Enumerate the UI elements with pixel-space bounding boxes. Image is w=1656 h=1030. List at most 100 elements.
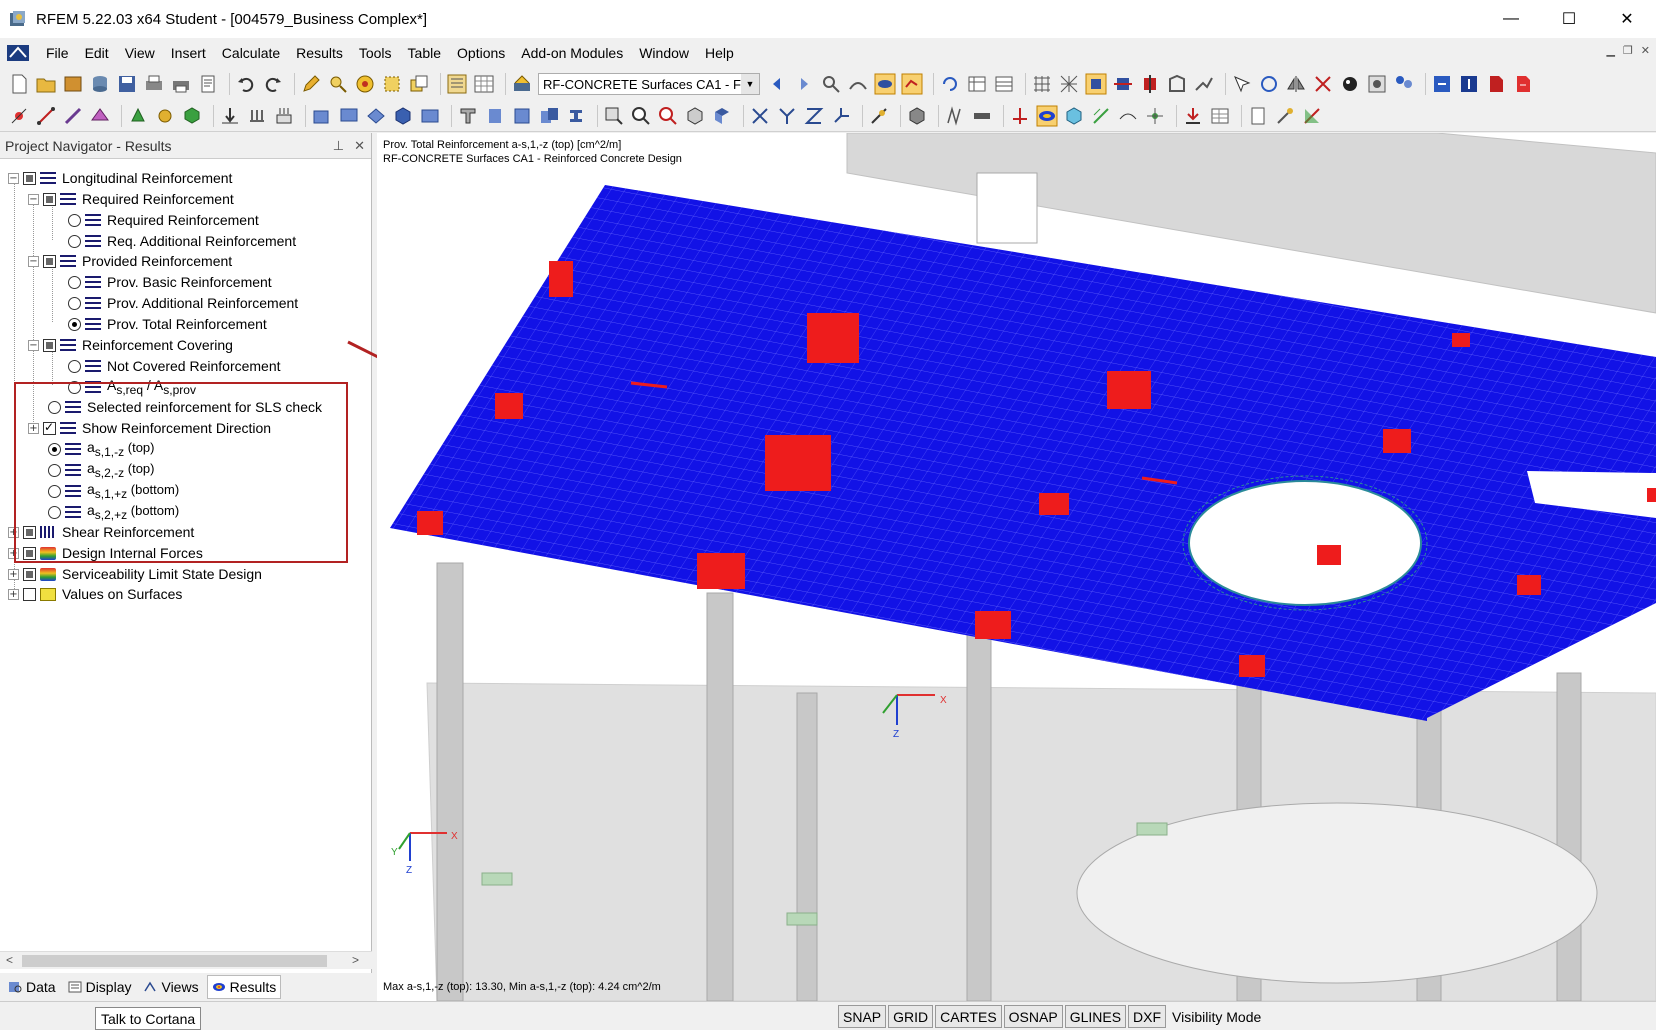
result-values-icon[interactable] — [901, 73, 923, 95]
collapse-icon[interactable]: − — [28, 340, 39, 351]
mdi-close-icon[interactable]: ✕ — [1641, 44, 1650, 57]
tree-radio[interactable] — [48, 401, 61, 414]
tree-checkbox-checked[interactable] — [43, 422, 56, 435]
tab-views[interactable]: Views — [139, 975, 202, 999]
view-active-icon[interactable] — [1085, 73, 1107, 95]
model-viewport[interactable]: X Z X Y Z Prov. Total Reinforcement a-s,… — [377, 133, 1656, 1001]
detail-icon[interactable] — [971, 105, 993, 127]
tree-required-reinforcement-group[interactable]: − Required Reinforcement — [28, 188, 234, 210]
result-sections-icon[interactable] — [1009, 105, 1031, 127]
tree-radio-selected[interactable] — [68, 318, 81, 331]
tree-checkbox[interactable] — [23, 547, 36, 560]
open-folder-icon[interactable] — [35, 73, 57, 95]
previous-case-icon[interactable] — [766, 73, 788, 95]
axis-xyz-icon[interactable] — [830, 105, 852, 127]
tree-radio[interactable] — [68, 297, 81, 310]
tree-as2-top[interactable]: as,2,-z (top) — [48, 459, 154, 481]
tree-as2-bottom[interactable]: as,2,+z (bottom) — [48, 501, 179, 523]
hinge-icon[interactable] — [154, 105, 176, 127]
tree-as1-top[interactable]: as,1,-z (top) — [48, 438, 154, 460]
numbering-icon[interactable] — [484, 105, 506, 127]
new-file-icon[interactable] — [8, 73, 30, 95]
tree-show-reinforcement-direction[interactable]: + Show Reinforcement Direction — [28, 417, 271, 439]
close-button[interactable]: ✕ — [1598, 0, 1656, 38]
tree-checkbox[interactable] — [23, 172, 36, 185]
tree-radio[interactable] — [48, 464, 61, 477]
tree-prov-additional-reinforcement[interactable]: Prov. Additional Reinforcement — [68, 292, 298, 314]
tree-provided-reinforcement-group[interactable]: − Provided Reinforcement — [28, 250, 232, 272]
cad-icon[interactable] — [419, 105, 441, 127]
filter-view-icon[interactable] — [1139, 73, 1161, 95]
tree-reinforcement-covering-group[interactable]: − Reinforcement Covering — [28, 334, 233, 356]
grid-icon[interactable] — [1031, 73, 1053, 95]
show-table-icon[interactable] — [966, 73, 988, 95]
rotate-view-icon[interactable] — [939, 73, 961, 95]
model-check-icon[interactable] — [392, 105, 414, 127]
dxf-toggle[interactable]: DXF — [1128, 1005, 1166, 1028]
tree-checkbox[interactable] — [23, 568, 36, 581]
menu-options[interactable]: Options — [449, 45, 513, 61]
comment-icon[interactable] — [338, 105, 360, 127]
save-icon[interactable] — [116, 73, 138, 95]
copy-icon[interactable] — [408, 73, 430, 95]
calc-all-icon[interactable] — [538, 105, 560, 127]
tree-checkbox[interactable] — [23, 526, 36, 539]
menu-window[interactable]: Window — [631, 45, 697, 61]
report-icon[interactable] — [1247, 105, 1269, 127]
menu-calculate[interactable]: Calculate — [214, 45, 288, 61]
printout-report-icon[interactable] — [197, 73, 219, 95]
zoom-window-icon[interactable] — [603, 105, 625, 127]
axis-x-icon[interactable] — [749, 105, 771, 127]
navigator-close-icon[interactable]: ✕ — [354, 138, 365, 154]
tree-checkbox[interactable] — [43, 193, 56, 206]
tree-selected-reinforcement-sls[interactable]: Selected reinforcement for SLS check — [48, 396, 322, 418]
print-icon[interactable] — [143, 73, 165, 95]
results-on-icon[interactable] — [874, 73, 896, 95]
database-icon[interactable] — [89, 73, 111, 95]
tree-checkbox[interactable] — [43, 339, 56, 352]
mdi-minimize-icon[interactable]: ▁ — [1606, 44, 1614, 57]
pin-icon[interactable]: ⊥ — [333, 138, 344, 154]
nodal-results-icon[interactable] — [1144, 105, 1166, 127]
color-scale-icon[interactable] — [1301, 105, 1323, 127]
deformation-icon[interactable] — [847, 73, 869, 95]
pdf-export-icon[interactable] — [1485, 73, 1507, 95]
menu-edit[interactable]: Edit — [77, 45, 117, 61]
menu-table[interactable]: Table — [400, 45, 449, 61]
new-member-icon[interactable] — [62, 105, 84, 127]
scroll-left-icon[interactable]: < — [6, 953, 13, 967]
cross-section-icon[interactable] — [565, 105, 587, 127]
tree-longitudinal-reinforcement[interactable]: − Longitudinal Reinforcement — [8, 167, 232, 189]
tree-as-req-as-prov[interactable]: As,req / As,prov — [68, 376, 196, 398]
module-case-select[interactable]: RF-CONCRETE Surfaces CA1 - F ▼ — [538, 73, 760, 95]
tab-data[interactable]: Data — [4, 975, 60, 999]
menu-view[interactable]: View — [117, 45, 163, 61]
new-surface-icon[interactable] — [89, 105, 111, 127]
coordinate-icon[interactable] — [868, 105, 890, 127]
tree-prov-basic-reinforcement[interactable]: Prov. Basic Reinforcement — [68, 271, 272, 293]
menu-help[interactable]: Help — [697, 45, 742, 61]
mirror-icon[interactable] — [1285, 73, 1307, 95]
result-table-icon[interactable] — [993, 73, 1015, 95]
cartes-toggle[interactable]: CARTES — [935, 1005, 1002, 1028]
tree-radio[interactable] — [68, 381, 81, 394]
zoom-icon[interactable] — [630, 105, 652, 127]
surface-results-icon[interactable] — [1063, 105, 1085, 127]
tab-display[interactable]: Display — [64, 975, 136, 999]
solid-icon[interactable] — [181, 105, 203, 127]
scroll-thumb[interactable] — [22, 955, 327, 967]
axis-y-icon[interactable] — [776, 105, 798, 127]
import-icon[interactable] — [1458, 73, 1480, 95]
member-load-icon[interactable] — [246, 105, 268, 127]
navigator-horizontal-scrollbar[interactable]: < > — [0, 951, 372, 969]
tree-radio[interactable] — [68, 360, 81, 373]
zoom-all-icon[interactable] — [657, 105, 679, 127]
expand-icon[interactable]: + — [28, 423, 39, 434]
tree-checkbox[interactable] — [23, 588, 36, 601]
menu-add-on-modules[interactable]: Add-on Modules — [513, 45, 631, 61]
dimension-icon[interactable] — [311, 105, 333, 127]
tree-radio[interactable] — [68, 214, 81, 227]
axis-z-icon[interactable] — [803, 105, 825, 127]
pdf-print-icon[interactable] — [1512, 73, 1534, 95]
open-project-icon[interactable] — [62, 73, 84, 95]
